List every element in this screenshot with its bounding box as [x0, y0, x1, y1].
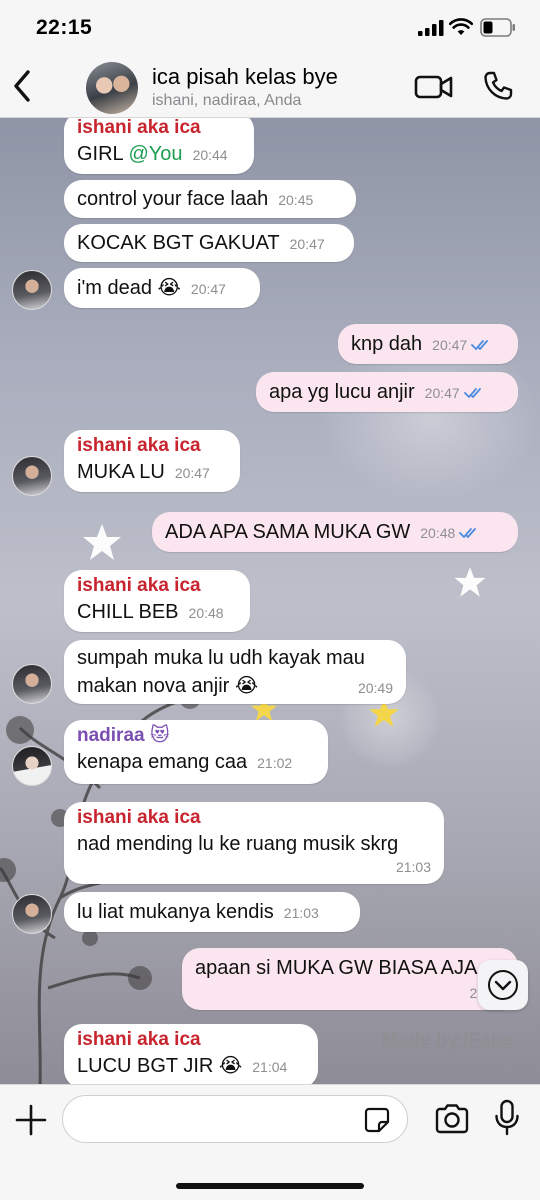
- message-bubble-incoming[interactable]: i'm dead 😭 20:47: [64, 268, 260, 308]
- message-text: apa yg lucu anjir: [269, 381, 415, 403]
- message-bubble-incoming[interactable]: ishani aka ica CHILL BEB 20:48: [64, 570, 250, 632]
- battery-icon: [480, 18, 515, 37]
- message-text: LUCU BGT JIR 😭: [77, 1055, 243, 1077]
- video-call-icon[interactable]: [414, 72, 454, 102]
- message-text: nad mending lu ke ruang musik skrg: [77, 833, 399, 855]
- message-bubble-incoming[interactable]: KOCAK BGT GAKUAT 20:47: [64, 224, 354, 262]
- read-receipt-icon: [471, 340, 489, 350]
- wifi-icon: [449, 18, 473, 35]
- message-time: 21:02: [257, 755, 293, 771]
- message-sender: ishani aka ica: [77, 435, 201, 456]
- group-avatar[interactable]: [86, 62, 138, 114]
- message-composer: [0, 1084, 540, 1200]
- group-title[interactable]: ica pisah kelas bye: [152, 64, 338, 90]
- microphone-icon[interactable]: [494, 1099, 520, 1137]
- cellular-signal-icon: [418, 20, 444, 36]
- phone-icon[interactable]: [482, 70, 514, 102]
- sparkle-star-decoration: [454, 567, 486, 597]
- message-bubble-incoming[interactable]: ishani aka ica GIRL @You 20:44: [64, 118, 254, 174]
- sparkle-star-decoration: [83, 524, 121, 560]
- home-indicator: [176, 1183, 364, 1189]
- message-text: CHILL BEB: [77, 601, 179, 623]
- message-input[interactable]: [62, 1095, 408, 1143]
- back-chevron-icon[interactable]: [10, 68, 36, 104]
- avatar-nadiraa[interactable]: [12, 746, 52, 786]
- avatar-ishani[interactable]: [12, 664, 52, 704]
- message-bubble-incoming[interactable]: control your face laah 20:45: [64, 180, 356, 218]
- message-time: 20:47: [174, 465, 210, 481]
- avatar-ishani[interactable]: [12, 894, 52, 934]
- avatar-ishani[interactable]: [12, 456, 52, 496]
- message-text: kenapa emang caa: [77, 751, 248, 773]
- status-time: 22:15: [36, 16, 93, 39]
- message-time: 20:47: [190, 281, 226, 297]
- message-time: 20:44: [192, 147, 228, 163]
- message-sender: ishani aka ica: [77, 118, 201, 138]
- mention-you[interactable]: @You: [129, 143, 183, 165]
- message-text-line: makan nova anjir 😭: [77, 675, 259, 697]
- message-text: GIRL: [77, 143, 129, 165]
- scroll-to-bottom-button[interactable]: [478, 960, 528, 1010]
- message-text: ADA APA SAMA MUKA GW: [165, 521, 411, 543]
- message-text: control your face laah: [77, 188, 269, 210]
- message-text: KOCAK BGT GAKUAT: [77, 232, 280, 254]
- message-bubble-incoming[interactable]: ishani aka ica MUKA LU 20:47: [64, 430, 240, 492]
- message-bubble-outgoing[interactable]: apaan si MUKA GW BIASA AJA 21:: [182, 948, 518, 1010]
- message-bubble-outgoing[interactable]: ADA APA SAMA MUKA GW 20:48: [152, 512, 518, 552]
- message-time: 20:47: [424, 385, 460, 401]
- chat-header: ica pisah kelas bye ishani, nadiraa, And…: [0, 56, 540, 118]
- chat-background[interactable]: ishani aka ica GIRL @You 20:44 control yo…: [0, 118, 540, 1084]
- avatar-ishani[interactable]: [12, 270, 52, 310]
- message-time: 20:48: [188, 605, 224, 621]
- message-time: 21:03: [395, 859, 431, 875]
- message-time: 20:48: [420, 525, 456, 541]
- message-bubble-outgoing[interactable]: apa yg lucu anjir 20:47: [256, 372, 518, 412]
- message-time: 21:03: [283, 905, 319, 921]
- message-bubble-outgoing[interactable]: knp dah 20:47: [338, 324, 518, 364]
- sticker-icon[interactable]: [364, 1107, 390, 1133]
- camera-icon[interactable]: [434, 1103, 470, 1135]
- status-bar: 22:15: [0, 0, 540, 56]
- watermark-made-by-ifake: Made by iFake: [382, 1030, 512, 1051]
- message-bubble-incoming[interactable]: ishani aka ica LUCU BGT JIR 😭 21:04: [64, 1024, 318, 1084]
- message-time: 21:04: [252, 1059, 288, 1075]
- message-sender: ishani aka ica: [77, 575, 201, 596]
- group-members[interactable]: ishani, nadiraa, Anda: [152, 92, 301, 110]
- read-receipt-icon: [463, 388, 481, 398]
- message-bubble-incoming[interactable]: lu liat mukanya kendis 21:03: [64, 892, 360, 932]
- message-bubble-incoming[interactable]: sumpah muka lu udh kayak mau makan nova …: [64, 640, 406, 704]
- message-bubble-incoming[interactable]: nadiraa 😻 kenapa emang caa 21:02: [64, 720, 328, 784]
- message-bubble-incoming[interactable]: ishani aka ica nad mending lu ke ruang m…: [64, 802, 444, 884]
- message-time: 20:47: [432, 337, 468, 353]
- message-time: 20:49: [357, 680, 393, 696]
- scroll-down-icon: [488, 970, 518, 1000]
- message-sender: nadiraa 😻: [77, 725, 170, 746]
- message-text: knp dah: [351, 333, 423, 355]
- message-time: 20:45: [278, 192, 314, 208]
- read-receipt-icon: [459, 528, 477, 538]
- message-text: lu liat mukanya kendis: [77, 901, 274, 923]
- message-sender: ishani aka ica: [77, 807, 201, 828]
- message-time: 20:47: [289, 236, 325, 252]
- message-sender: ishani aka ica: [77, 1029, 201, 1050]
- message-text: MUKA LU: [77, 461, 165, 483]
- message-text-line: sumpah muka lu udh kayak mau: [77, 647, 365, 669]
- plus-icon[interactable]: [14, 1103, 48, 1137]
- message-text: i'm dead 😭: [77, 277, 181, 299]
- message-text: apaan si MUKA GW BIASA AJA: [195, 957, 478, 979]
